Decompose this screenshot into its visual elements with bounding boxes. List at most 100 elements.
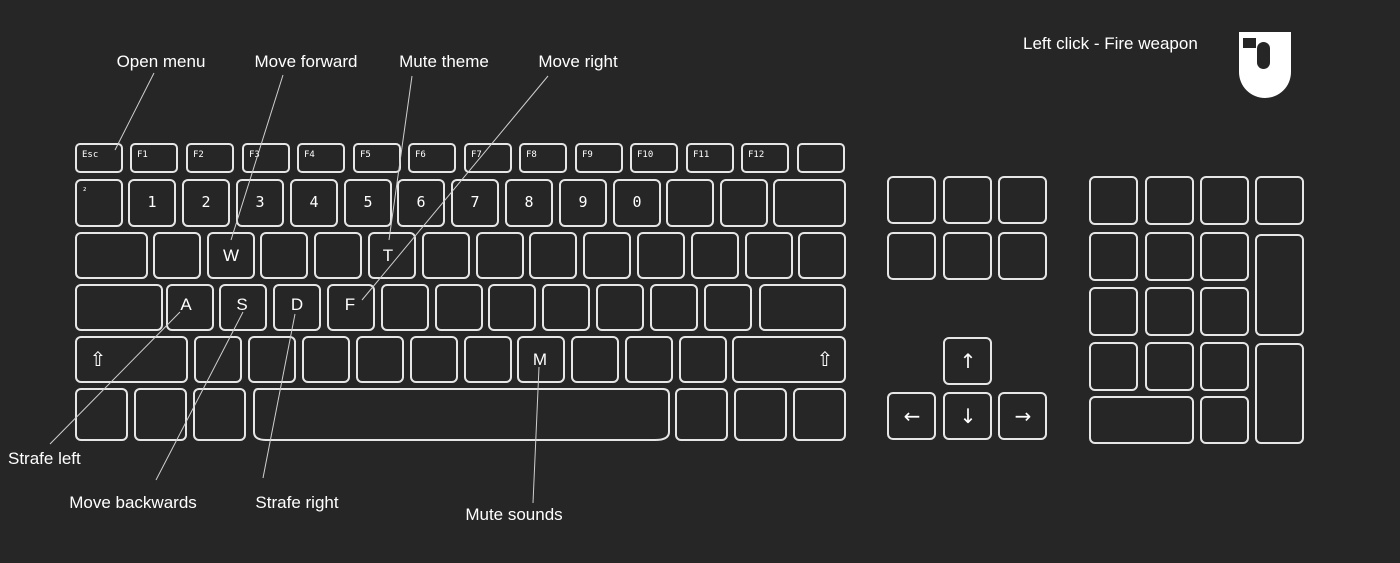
numpad-1 xyxy=(1089,342,1138,391)
key-r xyxy=(314,232,362,279)
key-n xyxy=(464,336,512,383)
key-v xyxy=(356,336,404,383)
leader-move-right xyxy=(361,75,549,301)
key-b xyxy=(410,336,458,383)
key-s-label: S xyxy=(236,295,247,314)
label-strafe-right: Strafe right xyxy=(255,493,338,512)
key-x xyxy=(248,336,296,383)
key-p xyxy=(637,232,685,279)
key-8-label: 8 xyxy=(524,193,533,211)
key-f2-label: F2 xyxy=(193,150,204,160)
numpad xyxy=(1089,176,1304,444)
shift-row: ⇧ M ⇧ xyxy=(75,336,846,383)
numpad-8 xyxy=(1145,232,1194,281)
key-h xyxy=(435,284,483,331)
key-esc-label: Esc xyxy=(82,150,98,160)
numpad-5 xyxy=(1145,287,1194,336)
leader-strafe-left xyxy=(49,311,181,445)
key-bracket-right xyxy=(745,232,793,279)
key-1-label: 1 xyxy=(147,193,156,211)
annotations: Open menu Move forward Mute theme Move r… xyxy=(8,52,618,524)
qwerty-row: W T xyxy=(75,232,846,279)
key-9-label: 9 xyxy=(578,193,587,211)
key-i xyxy=(529,232,577,279)
mouse-icon xyxy=(1239,32,1291,98)
key-enter xyxy=(759,284,846,331)
key-ctrl-left xyxy=(75,388,128,441)
key-o xyxy=(583,232,631,279)
key-semicolon xyxy=(650,284,698,331)
label-move-backwards: Move backwards xyxy=(69,493,197,512)
key-pagedown xyxy=(998,232,1047,280)
key-f5-label: F5 xyxy=(360,150,371,160)
keyboard-diagram: Esc F1 F2 F 3 F4 F5 F6 F7 F8 F9 F10 F11 F… xyxy=(8,52,1304,524)
key-f-label: F xyxy=(345,295,355,314)
label-fire-weapon: Left click - Fire weapon xyxy=(1023,34,1198,53)
key-5-label: 5 xyxy=(363,193,372,211)
key-f12-label: F12 xyxy=(748,150,764,160)
numpad-divide xyxy=(1145,176,1194,225)
key-delete xyxy=(887,232,936,280)
numpad-3 xyxy=(1200,342,1249,391)
key-tab xyxy=(75,232,148,279)
home-row: A S D F xyxy=(75,284,846,331)
key-comma xyxy=(571,336,619,383)
label-move-right: Move right xyxy=(538,52,618,71)
numpad-7 xyxy=(1089,232,1138,281)
key-u xyxy=(476,232,524,279)
key-y xyxy=(422,232,470,279)
arrow-right-icon: → xyxy=(1015,404,1032,428)
key-6-label: 6 xyxy=(416,193,425,211)
key-equals xyxy=(720,179,768,227)
key-win-right xyxy=(734,388,787,441)
key-f9-label: F9 xyxy=(582,150,593,160)
key-spacebar xyxy=(253,388,670,441)
leader-strafe-right xyxy=(262,313,296,479)
key-f8-label: F8 xyxy=(526,150,537,160)
numpad-9 xyxy=(1200,232,1249,281)
numpad-multiply xyxy=(1200,176,1249,225)
numpad-decimal xyxy=(1200,396,1249,444)
key-3-label: 3 xyxy=(255,193,264,211)
key-caps xyxy=(75,284,163,331)
leader-open-menu xyxy=(114,72,155,151)
key-d-label: D xyxy=(291,295,303,314)
key-0-label: 0 xyxy=(632,193,641,211)
key-j xyxy=(488,284,536,331)
key-f4-label: F4 xyxy=(304,150,315,160)
key-backslash xyxy=(798,232,846,279)
key-f7-label: F7 xyxy=(471,150,482,160)
function-row: Esc F1 F2 F3 F4 F5 F6 F7 F8 F9 F10 F11 F… xyxy=(75,143,845,173)
numpad-plus xyxy=(1255,234,1304,336)
numpad-6 xyxy=(1200,287,1249,336)
key-alt-left xyxy=(193,388,246,441)
key-4-label: 4 xyxy=(309,193,318,211)
arrow-up-icon: ↑ xyxy=(960,349,977,373)
key-l xyxy=(596,284,644,331)
key-ctrl-right xyxy=(793,388,846,441)
shift-left-icon: ⇧ xyxy=(90,347,107,371)
key-f10-label: F10 xyxy=(637,150,653,160)
label-move-forward: Move forward xyxy=(255,52,358,71)
shift-right-icon: ⇧ xyxy=(817,347,834,371)
key-quote xyxy=(704,284,752,331)
arrow-down-icon: ↓ xyxy=(960,404,977,428)
key-7-label: 7 xyxy=(470,193,479,211)
key-insert xyxy=(887,176,936,224)
bottom-row xyxy=(75,388,846,441)
key-k xyxy=(542,284,590,331)
key-c xyxy=(302,336,350,383)
key-home xyxy=(943,176,992,224)
numpad-enter xyxy=(1255,343,1304,444)
key-f11-label: F11 xyxy=(693,150,709,160)
leader-move-forward xyxy=(230,74,284,241)
numpad-2 xyxy=(1145,342,1194,391)
key-a-label: A xyxy=(180,295,192,314)
key-m-label: M xyxy=(533,350,547,369)
leader-mute-sounds xyxy=(532,366,540,504)
label-strafe-left: Strafe left xyxy=(8,449,81,468)
navigation-cluster xyxy=(887,176,1047,280)
label-open-menu: Open menu xyxy=(117,52,206,71)
key-2-label: 2 xyxy=(201,193,210,211)
key-pageup xyxy=(998,176,1047,224)
